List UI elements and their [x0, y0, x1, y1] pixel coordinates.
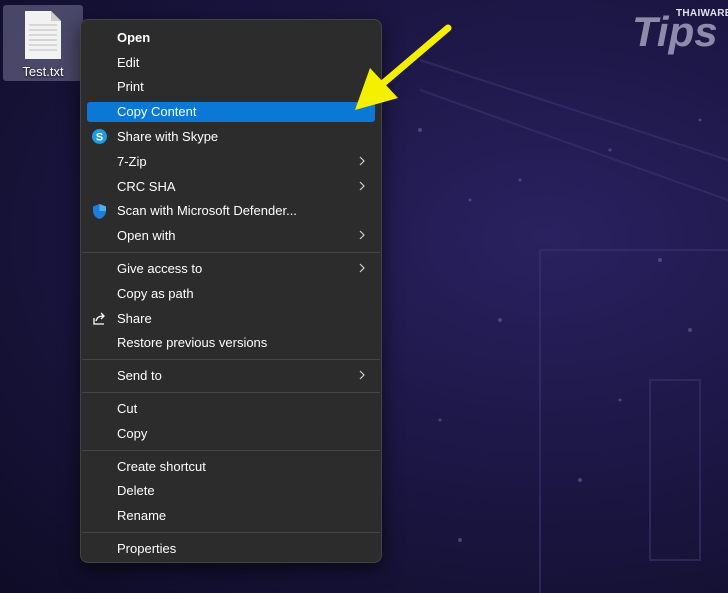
menu-item-label: Rename [117, 508, 167, 524]
menu-item-label: Copy Content [117, 104, 197, 120]
menu-item-label: Share with Skype [117, 129, 219, 145]
menu-separator [81, 355, 381, 363]
watermark-brand: THAIWARE [676, 8, 728, 19]
menu-item-send-to[interactable]: Send to [81, 363, 381, 388]
svg-text:S: S [96, 132, 103, 144]
menu-item-7-zip[interactable]: 7-Zip [81, 149, 381, 174]
menu-item-copy-content[interactable]: Copy Content [81, 99, 381, 124]
menu-item-open[interactable]: Open [81, 25, 381, 50]
menu-item-label: Share [117, 310, 152, 326]
text-file-icon [25, 11, 61, 59]
chevron-right-icon [359, 181, 365, 191]
menu-item-label: Print [117, 79, 144, 95]
menu-item-create-shortcut[interactable]: Create shortcut [81, 454, 381, 479]
chevron-right-icon [359, 156, 365, 166]
menu-item-label: Create shortcut [117, 458, 206, 474]
menu-item-share-with-skype[interactable]: S Share with Skype [81, 124, 381, 149]
menu-item-label: Open with [117, 228, 176, 244]
menu-item-label: Copy as path [117, 285, 194, 301]
chevron-right-icon [359, 263, 365, 273]
menu-item-label: Cut [117, 401, 138, 417]
skype-icon: S [92, 129, 107, 145]
menu-item-restore-previous-versions[interactable]: Restore previous versions [81, 331, 381, 356]
menu-item-crc-sha[interactable]: CRC SHA [81, 174, 381, 199]
menu-separator [81, 528, 381, 536]
menu-item-label: Edit [117, 54, 140, 70]
menu-item-label: Copy [117, 425, 148, 441]
menu-item-label: Give access to [117, 261, 203, 277]
thaiware-tips-watermark: Tips THAIWARE [618, 2, 728, 60]
menu-item-label: Send to [117, 368, 162, 384]
menu-item-copy[interactable]: Copy [81, 421, 381, 446]
menu-item-copy-as-path[interactable]: Copy as path [81, 281, 381, 306]
menu-item-edit[interactable]: Edit [81, 50, 381, 75]
chevron-right-icon [359, 230, 365, 240]
menu-item-label: Properties [117, 541, 177, 557]
chevron-right-icon [359, 370, 365, 380]
share-icon [93, 312, 105, 325]
menu-separator [81, 248, 381, 256]
menu-separator [81, 446, 381, 454]
file-name-label: Test.txt [22, 64, 64, 79]
menu-item-open-with[interactable]: Open with [81, 223, 381, 248]
menu-item-give-access-to[interactable]: Give access to [81, 256, 381, 281]
menu-item-cut[interactable]: Cut [81, 396, 381, 421]
menu-item-scan-with-microsoft-defender[interactable]: Scan with Microsoft Defender... [81, 199, 381, 224]
menu-item-delete[interactable]: Delete [81, 479, 381, 504]
menu-item-share[interactable]: Share [81, 306, 381, 331]
context-menu: Open Edit Print Copy Content S Share with Sky… [80, 19, 382, 563]
menu-separator [81, 388, 381, 396]
desktop-file-icon[interactable]: Test.txt [3, 5, 83, 81]
menu-item-label: Delete [117, 483, 155, 499]
menu-item-label: 7-Zip [117, 153, 147, 169]
menu-item-label: Restore previous versions [117, 335, 268, 351]
defender-shield-icon [93, 203, 106, 219]
menu-item-rename[interactable]: Rename [81, 503, 381, 528]
menu-item-print[interactable]: Print [81, 75, 381, 100]
menu-item-label: Scan with Microsoft Defender... [117, 203, 297, 219]
menu-item-properties[interactable]: Properties [81, 536, 381, 561]
yellow-arrow-annotation [355, 24, 452, 110]
menu-item-label: Open [117, 29, 151, 45]
menu-item-label: CRC SHA [117, 178, 176, 194]
